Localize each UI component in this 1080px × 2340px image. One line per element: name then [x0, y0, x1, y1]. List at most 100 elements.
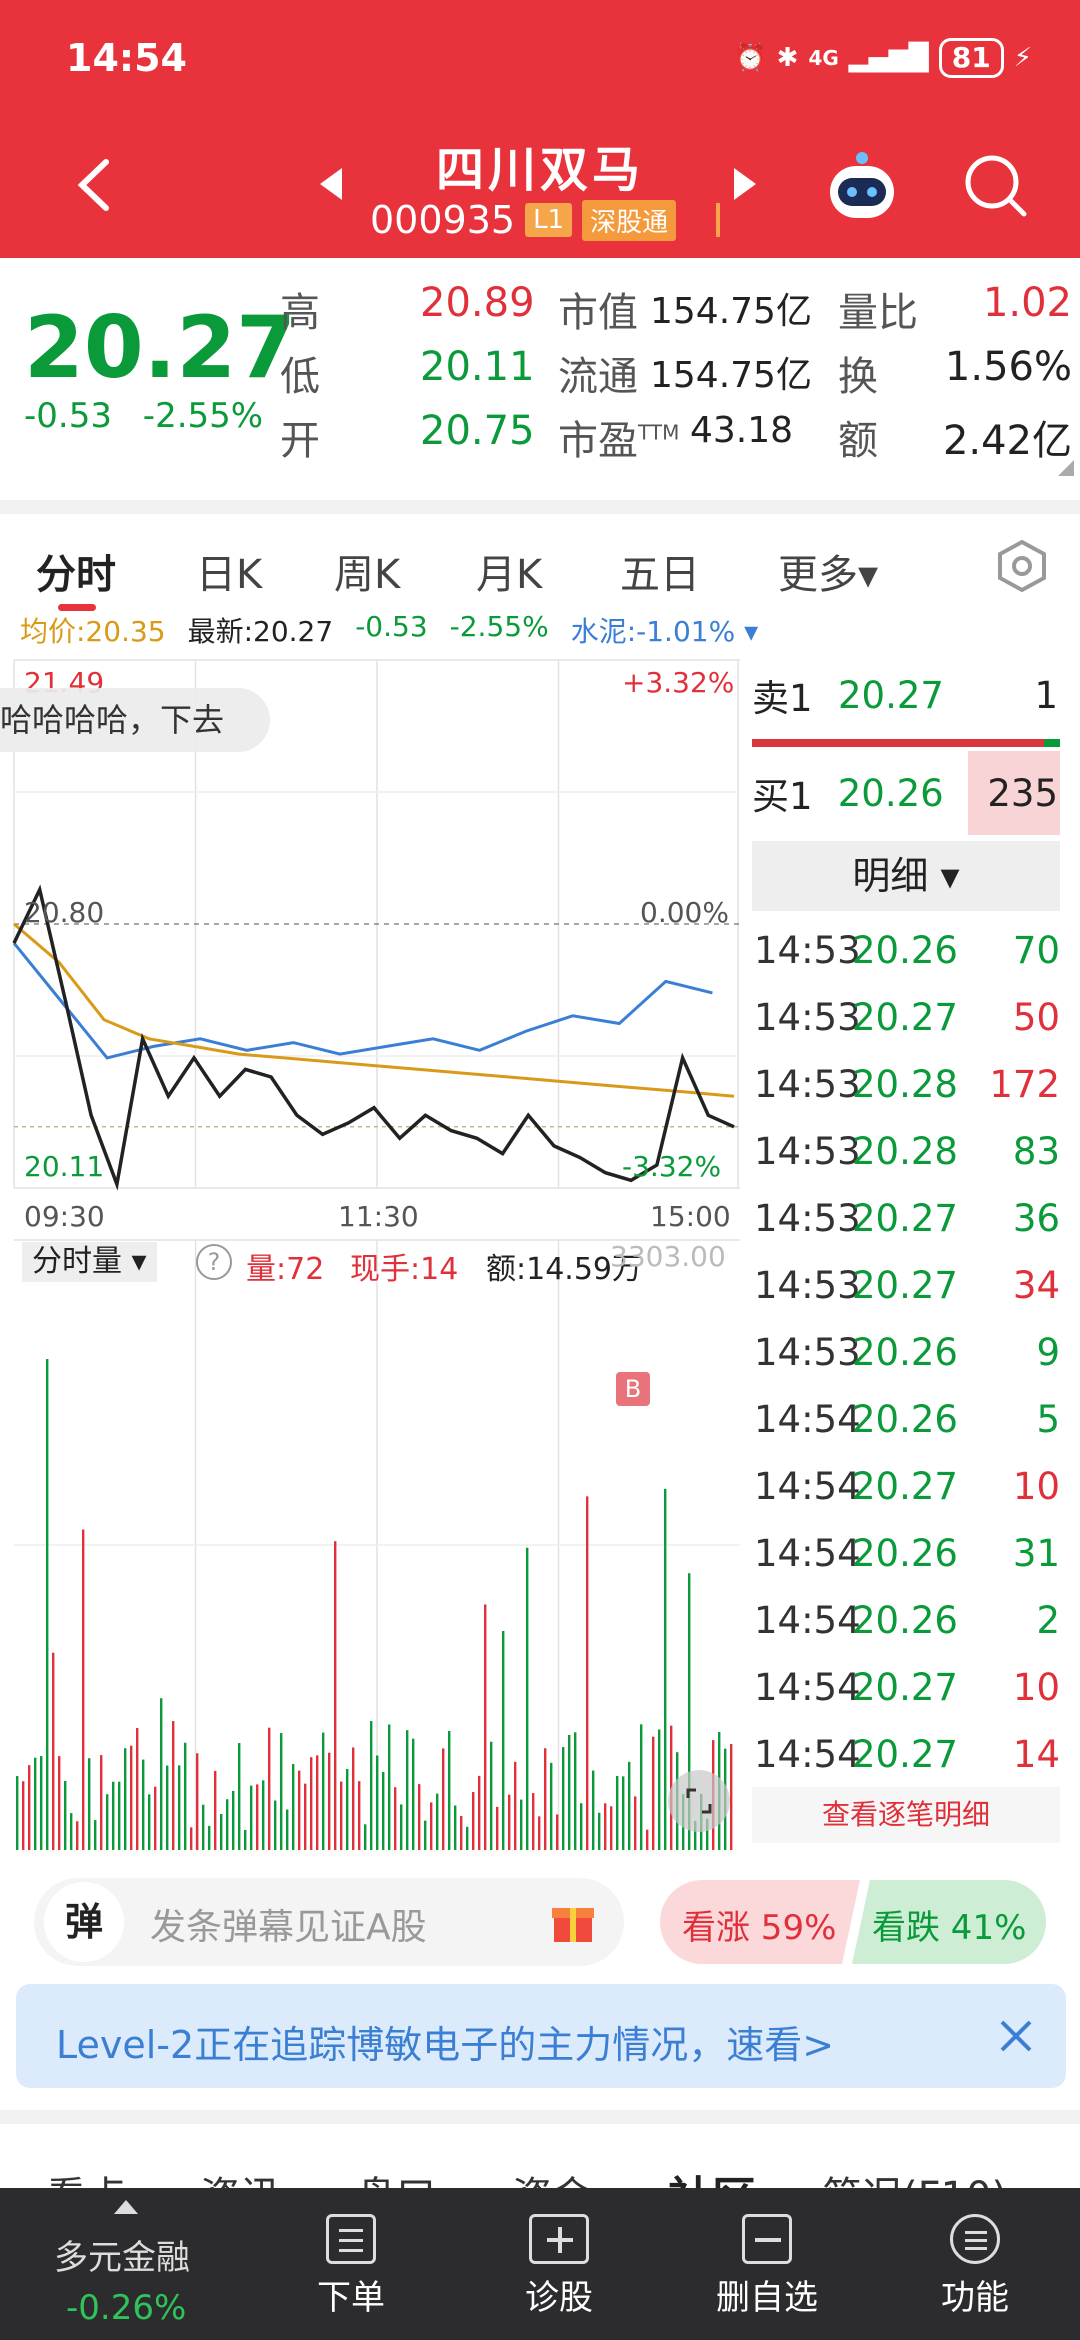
volume-bar [292, 1763, 295, 1850]
tick-volume: 50 [1012, 996, 1060, 1039]
volume-bar [304, 1783, 307, 1850]
tick-price: 20.26 [852, 1398, 958, 1441]
fullscreen-button[interactable] [668, 1770, 730, 1832]
close-icon[interactable] [996, 2016, 1036, 2056]
pe-label: 市盈TTM [558, 408, 679, 466]
tick-time: 14:53 [754, 1130, 861, 1173]
avg-price-line [13, 922, 735, 1098]
tab-intraday[interactable]: 分时 [36, 542, 116, 600]
danmu-icon[interactable]: 弹 [44, 1882, 124, 1962]
search-button[interactable] [960, 150, 1030, 220]
volume-bar [238, 1743, 241, 1850]
volume-bar [130, 1745, 133, 1850]
robot-assistant-button[interactable] [822, 148, 902, 228]
volume-bar [184, 1742, 187, 1850]
tick-row: 14:54 20.26 2 [754, 1587, 1064, 1654]
ask-price: 20.27 [838, 673, 944, 717]
volume-bar [34, 1757, 37, 1850]
volume-bar [634, 1796, 637, 1850]
detail-header[interactable]: 明细 ▾ [752, 841, 1060, 911]
order-book: 卖1 20.27 1 买1 20.26 235 明细 ▾ 14:53 20.26 7… [748, 655, 1064, 1850]
volume-bar [346, 1768, 349, 1850]
tick-volume: 34 [1012, 1264, 1060, 1307]
volume-bar [232, 1790, 235, 1850]
volume-bar [454, 1805, 457, 1850]
legend-sector[interactable]: 水泥:-1.01% ▾ [571, 610, 758, 650]
tab-daily-k[interactable]: 日K [196, 542, 262, 600]
volume-bar [400, 1804, 403, 1850]
volume-bar [316, 1755, 319, 1850]
nav-diagnose[interactable]: 诊股 [494, 2214, 624, 2319]
y-mid-label: 20.80 [24, 896, 105, 929]
volume-bar [658, 1729, 661, 1850]
pe-label-text: 市盈 [558, 418, 638, 464]
tick-volume: 10 [1012, 1666, 1060, 1709]
volume-bar [538, 1816, 541, 1850]
tab-more[interactable]: 更多▾ [778, 542, 878, 600]
status-icons: ⏰ ✱ 4G ▂▄▆█ 81 ⚡ [734, 38, 1032, 78]
tick-price: 20.26 [852, 1532, 958, 1575]
volume-bar [562, 1747, 565, 1850]
volume-bar [340, 1781, 343, 1850]
banner-text[interactable]: Level-2正在追踪博敏电子的主力情况，速看> [56, 2014, 834, 2069]
nav-functions[interactable]: 功能 [910, 2214, 1040, 2319]
index-name[interactable]: 多元金融 [54, 2230, 190, 2279]
gift-icon[interactable] [548, 1896, 598, 1946]
vote-down-button[interactable]: 看跌 41% [872, 1900, 1026, 1949]
pct-top-label: +3.32% [622, 666, 735, 699]
view-all-ticks-link[interactable]: 查看逐笔明细 [752, 1787, 1060, 1843]
tick-row: 14:53 20.28 83 [754, 1118, 1064, 1185]
volume-bar [532, 1793, 535, 1850]
volume-bar [646, 1829, 649, 1850]
volume-bar [586, 1496, 589, 1850]
quote-panel[interactable]: 20.27 -0.53 -2.55% 高 20.89 低 20.11 开 20.… [0, 258, 1080, 488]
volume-bar [592, 1770, 595, 1850]
volume-bar [16, 1776, 19, 1850]
low-value: 20.11 [420, 344, 535, 390]
volume-bar [46, 1359, 49, 1850]
volume-bar [508, 1794, 511, 1850]
volume-bar [286, 1809, 289, 1850]
volume-bar [394, 1787, 397, 1850]
level2-banner[interactable]: Level-2正在追踪博敏电子的主力情况，速看> [16, 1984, 1066, 2088]
volume-bar [472, 1792, 475, 1850]
tab-monthly-k[interactable]: 月K [476, 542, 542, 600]
buy-marker[interactable]: B [616, 1372, 650, 1406]
volume-selector[interactable]: 分时量 ▾ [22, 1242, 157, 1282]
level-tag: L1 [525, 203, 573, 237]
tick-time: 14:54 [754, 1666, 861, 1709]
tick-volume: 5 [1036, 1398, 1060, 1441]
nav-order[interactable]: 下单 [286, 2214, 416, 2319]
volume-max-label: 3303.00 [610, 1240, 726, 1273]
tick-row: 14:53 20.26 9 [754, 1319, 1064, 1386]
bottom-nav: 多元金融 -0.26% 下单 诊股 删自选 功能 [0, 2188, 1080, 2340]
tick-price: 20.27 [852, 996, 958, 1039]
volume-bar [466, 1826, 469, 1850]
float-value: 154.75亿 [650, 355, 812, 396]
danmu-input-bar[interactable]: 弹 发条弹幕见证A股 [34, 1878, 624, 1966]
volume-bar [112, 1781, 115, 1850]
vote-panel: 看涨 59% 看跌 41% [660, 1880, 1046, 1964]
volume-bar [550, 1762, 553, 1850]
volume-bar [628, 1761, 631, 1850]
legend-avg: 均价:20.35 [20, 615, 166, 648]
tab-five-day[interactable]: 五日 [620, 542, 700, 600]
settings-hexagon-icon[interactable] [994, 538, 1050, 594]
volume-bar [568, 1734, 571, 1850]
volume-bar [310, 1757, 313, 1850]
help-icon[interactable]: ? [196, 1244, 232, 1280]
tick-time: 14:53 [754, 1063, 861, 1106]
info-tabs: 看点 资讯 盘口 资金 社区 简况(F10) [0, 2110, 1080, 2224]
nav-remove-watchlist[interactable]: 删自选 [702, 2214, 832, 2319]
tick-price: 20.27 [852, 1666, 958, 1709]
tick-time: 14:54 [754, 1532, 861, 1575]
volume-bar [556, 1814, 559, 1850]
legend-percent: -2.55% [449, 610, 549, 643]
tab-weekly-k[interactable]: 周K [334, 542, 400, 600]
intraday-chart[interactable]: 21.49 +3.32% 20.80 0.00% 20.11 -3.32% 哈哈… [0, 650, 745, 1850]
bid-volume: 235 [987, 771, 1058, 815]
vote-up-button[interactable]: 看涨 59% [682, 1900, 836, 1949]
pct-bottom-label: -3.32% [622, 1150, 722, 1183]
volume-bar [418, 1784, 421, 1850]
volume-bar [100, 1755, 103, 1850]
